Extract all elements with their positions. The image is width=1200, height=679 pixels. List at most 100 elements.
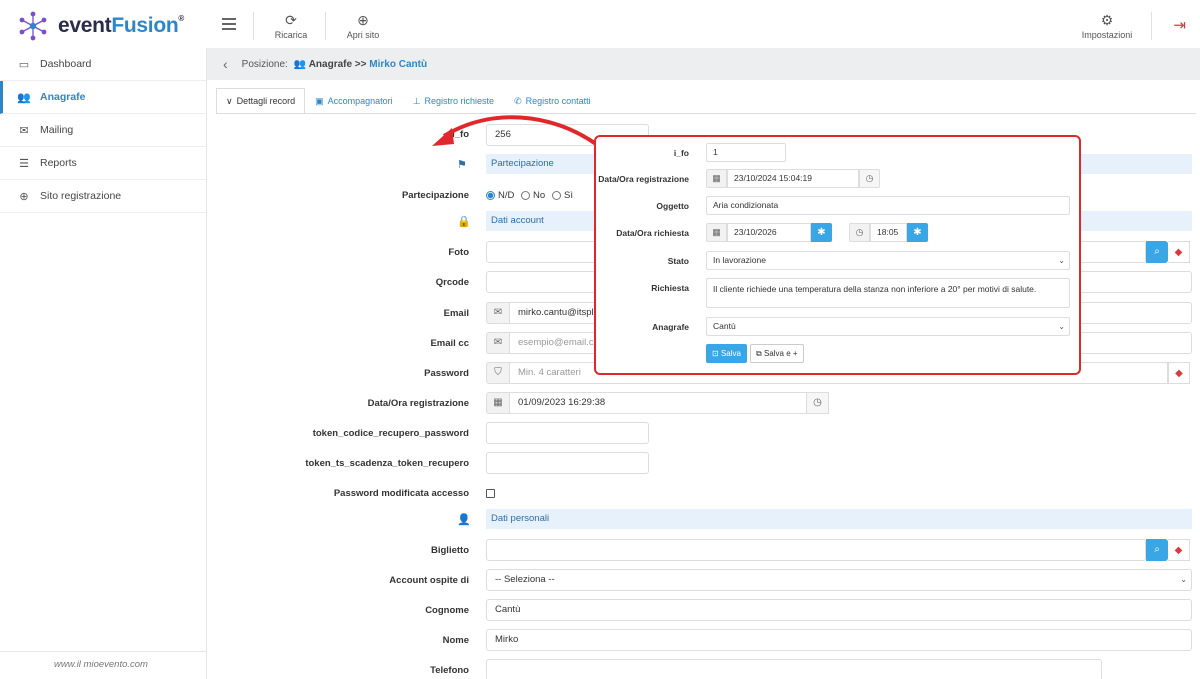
sidebar-item-reports[interactable]: ☰ Reports <box>0 147 206 180</box>
cognome-field[interactable]: Cantù <box>486 599 1192 621</box>
menu-toggle-icon[interactable] <box>222 18 236 30</box>
chevron-down-icon: ⌄ <box>1180 575 1187 584</box>
token-codice-label: token_codice_recupero_password <box>312 428 469 439</box>
user-icon: 👤 <box>457 514 471 526</box>
globe-icon: ⊕ <box>19 190 29 203</box>
sidebar-item-anagrafe[interactable]: 👥 Anagrafe <box>0 81 206 114</box>
envelope-icon: ✉ <box>486 302 510 324</box>
modal-oggetto-label: Oggetto <box>656 201 689 211</box>
dataora-label: Data/Ora registrazione <box>367 398 469 409</box>
breadcrumb-path: 👥 Anagrafe >> Mirko Cantù <box>293 58 428 70</box>
foto-search-icon[interactable]: ⌕ <box>1146 241 1168 263</box>
pwd-mod-label: Password modificata accesso <box>333 488 469 499</box>
dataora-field[interactable]: 01/09/2023 16:29:38 <box>509 392 807 414</box>
save-button[interactable]: ⊡ Salva <box>706 344 747 363</box>
chevron-down-icon: ∨ <box>226 95 233 106</box>
users-icon: 👥 <box>293 58 307 70</box>
globe-icon: ⊕ <box>357 12 369 28</box>
logo-text: eventFusion® <box>58 14 184 37</box>
calendar-icon[interactable]: ▦ <box>706 169 727 188</box>
envelope-icon: ✉ <box>19 124 29 137</box>
calendar-icon[interactable]: ▦ <box>486 392 510 414</box>
foto-label: Foto <box>448 247 469 258</box>
modal-ifo-field[interactable]: 1 <box>706 143 786 162</box>
qrcode-label: Qrcode <box>435 277 469 288</box>
radio-nd[interactable]: N/D <box>486 190 514 201</box>
modal-ifo-label: i_fo <box>673 148 689 158</box>
modal-stato-select[interactable]: In lavorazione ⌄ <box>706 251 1070 270</box>
telefono-field[interactable] <box>486 659 1102 679</box>
sidebar: ▭ Dashboard 👥 Anagrafe ✉ Mailing ☰ Repor… <box>0 48 207 679</box>
sidebar-item-mailing[interactable]: ✉ Mailing <box>0 114 206 147</box>
date-asterisk-icon[interactable]: ✱ <box>811 223 832 242</box>
time-asterisk-icon[interactable]: ✱ <box>907 223 928 242</box>
shield-icon: ⛉ <box>486 362 510 384</box>
tab-accompagnatori[interactable]: ▣ Accompagnatori <box>305 88 403 114</box>
edit-icon: ⧉ <box>756 349 762 358</box>
token-ts-field[interactable] <box>486 452 649 474</box>
monitor-icon: ▭ <box>18 58 30 71</box>
nome-field[interactable]: Mirko <box>486 629 1192 651</box>
cognome-label: Cognome <box>425 605 469 616</box>
biglietto-field[interactable] <box>486 539 1146 561</box>
envelope-icon: ✉ <box>486 332 510 354</box>
ospite-label: Account ospite di <box>389 575 469 586</box>
calendar-icon[interactable]: ▦ <box>706 223 727 242</box>
radio-no[interactable]: No <box>521 190 545 201</box>
biglietto-search-icon[interactable]: ⌕ <box>1146 539 1168 561</box>
lock-icon: 🔒 <box>457 216 471 228</box>
request-modal: i_fo 1 Data/Ora registrazione ▦ 23/10/20… <box>594 135 1081 375</box>
clock-icon[interactable]: ◷ <box>859 169 880 188</box>
top-bar: eventFusion® ⟳ Ricarica ⊕ Apri sito ⚙ Im… <box>0 0 1200 52</box>
tab-dettagli-record[interactable]: ∨ Dettagli record <box>216 88 306 114</box>
ospite-select[interactable]: -- Seleziona -- ⌄ <box>486 569 1192 591</box>
telefono-label: Telefono <box>430 665 469 676</box>
token-codice-field[interactable] <box>486 422 649 444</box>
chevron-down-icon: ⌄ <box>1058 322 1065 331</box>
modal-richiesta-time-field[interactable]: 18:05 <box>870 223 907 242</box>
annotation-arrow-icon <box>432 115 598 146</box>
email-label: Email <box>443 308 469 319</box>
chevron-down-icon: ⌄ <box>1058 256 1065 265</box>
biglietto-erase-icon[interactable]: ◆ <box>1168 539 1190 561</box>
modal-anagrafe-select[interactable]: Cantù ⌄ <box>706 317 1070 336</box>
sidebar-item-dashboard[interactable]: ▭ Dashboard <box>0 48 206 81</box>
settings-button[interactable]: ⚙ Impostazioni <box>1079 12 1135 40</box>
modal-dataora-label: Data/Ora registrazione <box>598 174 689 184</box>
users-icon: 👥 <box>17 91 31 104</box>
sidebar-item-sito-registrazione[interactable]: ⊕ Sito registrazione <box>0 180 206 213</box>
reload-icon: ⟳ <box>285 12 297 28</box>
logout-icon[interactable]: ⇥ <box>1173 16 1186 34</box>
clock-icon[interactable]: ◷ <box>849 223 870 242</box>
phone-icon: ✆ <box>514 95 522 106</box>
modal-anagrafe-label: Anagrafe <box>652 322 689 332</box>
nome-label: Nome <box>442 635 469 646</box>
reload-button[interactable]: ⟳ Ricarica <box>272 12 310 40</box>
modal-richiesta-date-field[interactable]: 23/10/2026 <box>727 223 811 242</box>
password-erase-icon[interactable]: ◆ <box>1168 362 1190 384</box>
modal-dataora-field[interactable]: 23/10/2024 15:04:19 <box>727 169 859 188</box>
partecipazione-label: Partecipazione <box>401 190 469 201</box>
pwd-mod-checkbox[interactable] <box>486 489 495 498</box>
document-icon: ▣ <box>315 95 324 106</box>
logo-mark-icon <box>19 11 47 41</box>
open-site-button[interactable]: ⊕ Apri sito <box>342 12 384 40</box>
app-logo[interactable]: eventFusion® <box>18 11 184 41</box>
emailcc-label: Email cc <box>430 338 469 349</box>
foto-erase-icon[interactable]: ◆ <box>1168 241 1190 263</box>
save-and-new-button[interactable]: ⧉ Salva e + <box>750 344 804 363</box>
back-chevron-icon[interactable]: ‹ <box>223 56 228 72</box>
breadcrumb: ‹ Posizione: 👥 Anagrafe >> Mirko Cantù <box>207 48 1200 80</box>
password-label: Password <box>424 368 469 379</box>
section-dati-personali: Dati personali <box>486 509 1192 529</box>
radio-si[interactable]: Sì <box>552 190 573 201</box>
modal-richiesta-label: Richiesta <box>651 283 689 293</box>
modal-richiesta-dt-label: Data/Ora richiesta <box>616 228 689 238</box>
pin-icon: ⊥ <box>412 95 421 106</box>
biglietto-label: Biglietto <box>431 545 469 556</box>
modal-richiesta-textarea[interactable]: Il cliente richiede una temperatura dell… <box>706 278 1070 308</box>
breadcrumb-prefix: Posizione: <box>241 58 288 70</box>
clock-icon[interactable]: ◷ <box>807 392 829 414</box>
flag-icon: ⚑ <box>457 159 467 171</box>
modal-oggetto-field[interactable]: Aria condizionata <box>706 196 1070 215</box>
